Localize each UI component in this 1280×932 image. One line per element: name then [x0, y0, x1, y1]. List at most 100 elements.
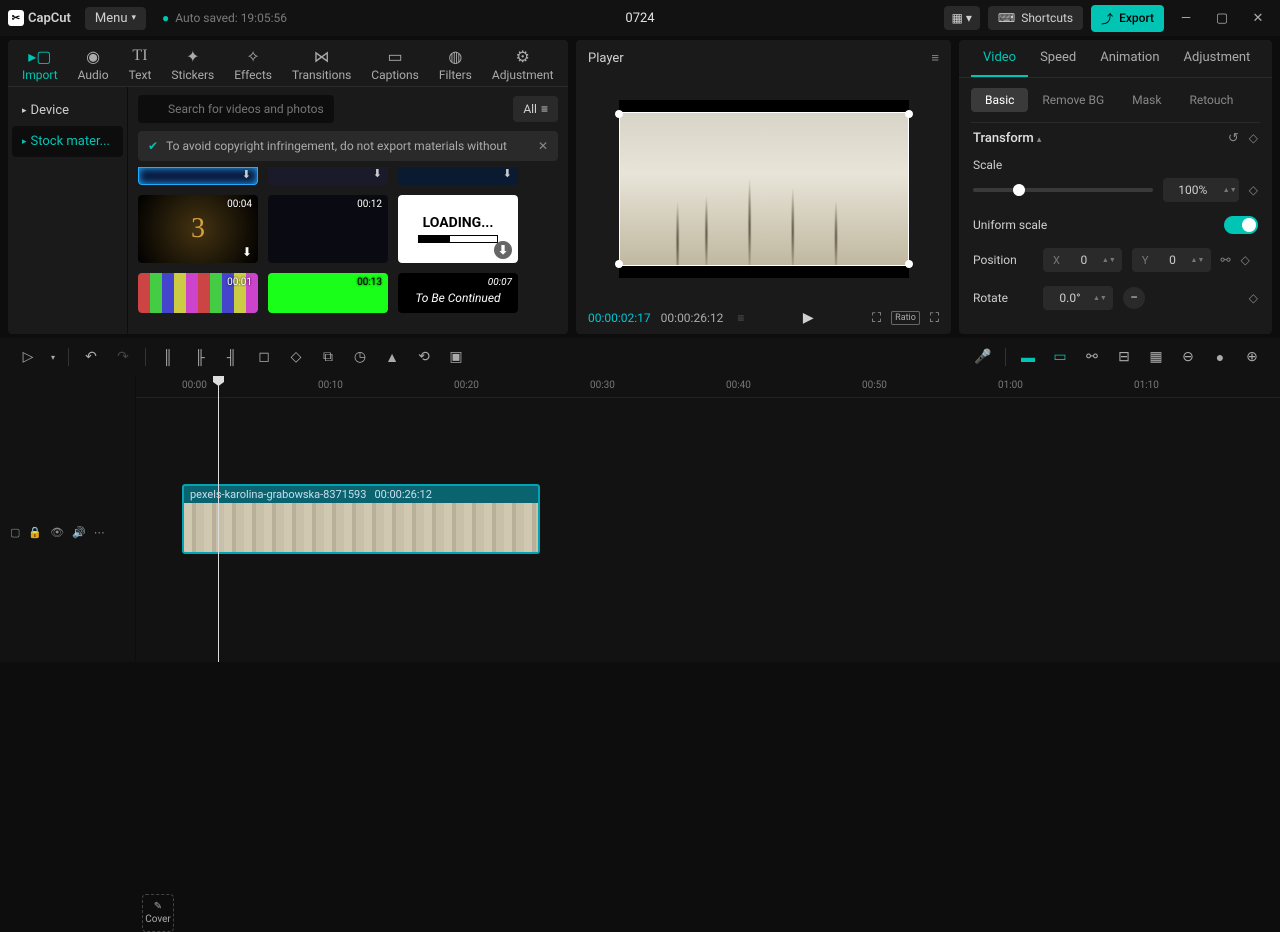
search-input[interactable]	[138, 95, 334, 123]
magnet-main-icon[interactable]: ▬	[1014, 343, 1042, 371]
tab-text[interactable]: TIText	[119, 40, 162, 86]
thumbnail-icon[interactable]: ▦	[1142, 343, 1170, 371]
media-thumb[interactable]: 00:04⬇3	[138, 195, 258, 263]
preview-icon[interactable]: ⊟	[1110, 343, 1138, 371]
scale-stepper[interactable]: ▲▼	[1223, 187, 1239, 194]
filter-all-button[interactable]: All≡	[513, 96, 558, 122]
resize-handle[interactable]	[615, 260, 623, 268]
maximize-button[interactable]: ▢	[1208, 4, 1236, 32]
zoom-out-icon[interactable]: ⊖	[1174, 343, 1202, 371]
tab-stickers[interactable]: ✦Stickers	[161, 40, 224, 86]
close-button[interactable]: ✕	[1244, 4, 1272, 32]
ratio-button[interactable]: Ratio	[891, 311, 920, 325]
layout-button[interactable]: ▦ ▾	[944, 6, 980, 30]
tab-audio[interactable]: ◉Audio	[68, 40, 119, 86]
menu-button[interactable]: Menu▾	[85, 7, 146, 30]
subtab-removebg[interactable]: Remove BG	[1028, 88, 1118, 112]
minimize-button[interactable]: —	[1172, 4, 1200, 32]
zoom-in-icon[interactable]: ⊕	[1238, 343, 1266, 371]
media-thumb[interactable]: 00:07To Be Continued	[398, 273, 518, 313]
resize-handle[interactable]	[615, 110, 623, 118]
subtab-mask[interactable]: Mask	[1118, 88, 1175, 112]
rotate-dial[interactable]: −	[1123, 287, 1145, 309]
y-stepper[interactable]: ▲▼	[1191, 257, 1207, 264]
scale-input[interactable]	[1163, 178, 1223, 202]
media-thumb[interactable]: LOADING...⬇	[398, 195, 518, 263]
media-thumb[interactable]: 00:01	[138, 273, 258, 313]
timeline-ruler[interactable]: 00:00 00:10 00:20 00:30 00:40 00:50 01:0…	[136, 376, 1280, 398]
scan-icon[interactable]: ⛶	[872, 311, 881, 326]
prop-tab-video[interactable]: Video	[971, 40, 1028, 77]
keyframe-icon[interactable]: ◇	[1249, 183, 1258, 197]
media-thumb[interactable]: 00:12	[268, 195, 388, 263]
crop-tool[interactable]: ◻	[250, 343, 278, 371]
prop-tab-animation[interactable]: Animation	[1088, 40, 1171, 77]
select-tool[interactable]: ▷	[14, 343, 42, 371]
play-button[interactable]: ▶	[803, 310, 814, 326]
tab-import[interactable]: ▸▢Import	[12, 40, 68, 86]
track-more-icon[interactable]: ⋯	[94, 526, 105, 539]
tab-adjustment[interactable]: ⚙Adjustment	[482, 40, 564, 86]
link-icon[interactable]: ⚯	[1078, 343, 1106, 371]
close-warning[interactable]: ✕	[538, 139, 548, 153]
video-preview[interactable]	[619, 112, 909, 266]
track-audio-icon[interactable]: 🔊	[72, 526, 86, 539]
mirror-tool[interactable]: ▲	[378, 343, 406, 371]
prop-tab-adjustment[interactable]: Adjustment	[1172, 40, 1263, 77]
download-icon[interactable]: ⬇	[494, 241, 512, 259]
prop-tab-speed[interactable]: Speed	[1028, 40, 1088, 77]
subtab-basic[interactable]: Basic	[971, 88, 1028, 112]
timeline-clip[interactable]: pexels-karolina-grabowska-837159300:00:2…	[182, 484, 540, 554]
trim-left-tool[interactable]: ╟	[186, 343, 214, 371]
trim-right-tool[interactable]: ╢	[218, 343, 246, 371]
zoom-slider-icon[interactable]: ●	[1206, 343, 1234, 371]
track-visible-icon[interactable]: ▢	[10, 526, 20, 539]
track-eye-icon[interactable]: 👁	[50, 526, 64, 539]
position-x-input[interactable]	[1066, 248, 1102, 272]
redo-button[interactable]: ↷	[109, 343, 137, 371]
marker-tool[interactable]: ◇	[282, 343, 310, 371]
player-canvas[interactable]	[576, 76, 951, 302]
sidebar-stock[interactable]: ▸Stock mater...	[12, 126, 123, 157]
player-menu-icon[interactable]: ≡	[931, 50, 939, 66]
keyframe-icon[interactable]: ◇	[1249, 131, 1258, 146]
rotate-tool[interactable]: ⟲	[410, 343, 438, 371]
export-button[interactable]: ⤴Export	[1091, 5, 1164, 32]
tab-captions[interactable]: ▭Captions	[361, 40, 429, 86]
playhead[interactable]	[218, 376, 219, 662]
media-thumb[interactable]	[398, 167, 518, 185]
subtab-retouch[interactable]: Retouch	[1175, 88, 1247, 112]
keyframe-icon[interactable]: ◇	[1241, 253, 1250, 267]
position-y-input[interactable]	[1155, 248, 1191, 272]
track-lock-icon[interactable]: 🔒	[28, 526, 42, 539]
cover-button[interactable]: ✎ Cover	[142, 894, 174, 932]
resize-handle[interactable]	[905, 110, 913, 118]
shortcuts-button[interactable]: ⌨Shortcuts	[988, 6, 1083, 30]
resize-handle[interactable]	[905, 260, 913, 268]
media-thumb[interactable]	[138, 167, 258, 185]
tab-filters[interactable]: ◍Filters	[429, 40, 482, 86]
scale-slider[interactable]	[973, 188, 1153, 192]
speed-tool[interactable]: ◷	[346, 343, 374, 371]
x-stepper[interactable]: ▲▼	[1102, 257, 1118, 264]
uniform-scale-toggle[interactable]	[1224, 216, 1258, 234]
select-dropdown[interactable]: ▾	[46, 343, 60, 371]
rotate-input[interactable]	[1047, 286, 1093, 310]
fullscreen-icon[interactable]: ⛶	[930, 311, 939, 326]
magnet-track-icon[interactable]: ▭	[1046, 343, 1074, 371]
tab-effects[interactable]: ✧Effects	[224, 40, 282, 86]
copy-tool[interactable]: ⧉	[314, 343, 342, 371]
media-thumb[interactable]: 00:13	[268, 273, 388, 313]
reset-icon[interactable]: ↺	[1228, 131, 1239, 146]
timeline-tracks[interactable]: 00:00 00:10 00:20 00:30 00:40 00:50 01:0…	[136, 376, 1280, 662]
undo-button[interactable]: ↶	[77, 343, 105, 371]
list-icon[interactable]: ≡	[737, 311, 744, 325]
keyframe-icon[interactable]: ◇	[1249, 291, 1258, 305]
mic-icon[interactable]: 🎤	[969, 343, 997, 371]
link-icon[interactable]: ⚯	[1221, 253, 1231, 267]
reframe-tool[interactable]: ▣	[442, 343, 470, 371]
sidebar-device[interactable]: ▸Device	[12, 95, 123, 126]
media-thumb[interactable]	[268, 167, 388, 185]
tab-transitions[interactable]: ⋈Transitions	[282, 40, 361, 86]
split-tool[interactable]: ║	[154, 343, 182, 371]
